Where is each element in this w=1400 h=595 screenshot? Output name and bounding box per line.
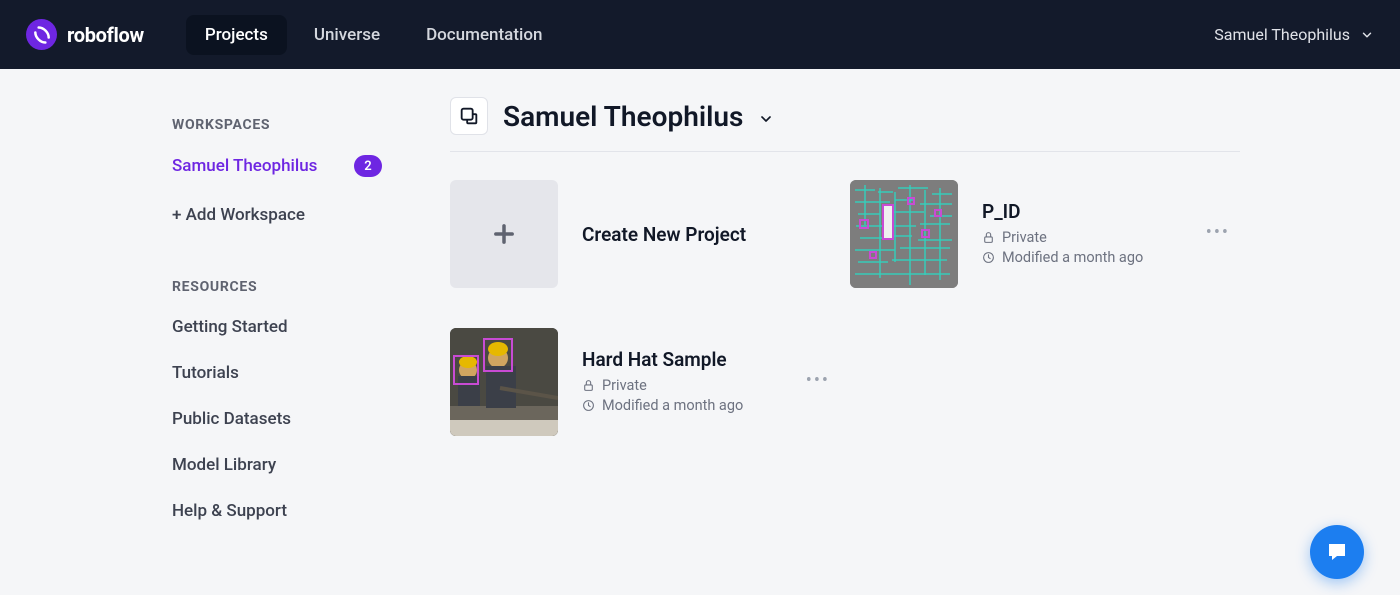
visibility-label: Private — [602, 377, 647, 394]
content-area: Samuel Theophilus Create New Project — [430, 69, 1400, 595]
workspace-name: Samuel Theophilus — [172, 156, 317, 176]
user-menu[interactable]: Samuel Theophilus — [1214, 25, 1374, 44]
link-help-support[interactable]: Help & Support — [172, 501, 430, 521]
project-menu-button[interactable]: ••• — [806, 372, 830, 390]
project-thumb-pid — [850, 180, 958, 288]
project-menu-button[interactable]: ••• — [1206, 224, 1230, 242]
workspace-title: Samuel Theophilus — [503, 100, 743, 133]
chevron-down-icon — [758, 111, 774, 127]
workspace-item[interactable]: Samuel Theophilus 2 — [172, 155, 430, 177]
project-title: Hard Hat Sample — [582, 348, 850, 371]
nav-universe[interactable]: Universe — [295, 15, 399, 55]
link-model-library[interactable]: Model Library — [172, 455, 430, 475]
plus-icon — [490, 220, 518, 248]
project-card-pid[interactable]: P_ID Private Modified a month a — [850, 180, 1250, 288]
lock-icon — [582, 379, 595, 392]
visibility-label: Private — [1002, 229, 1047, 246]
workspace-header: Samuel Theophilus — [450, 97, 1240, 152]
link-public-datasets[interactable]: Public Datasets — [172, 409, 430, 429]
link-tutorials[interactable]: Tutorials — [172, 363, 430, 383]
create-info: Create New Project — [582, 223, 850, 246]
nav-documentation[interactable]: Documentation — [407, 15, 561, 55]
lock-icon — [982, 231, 995, 244]
create-project-card[interactable]: Create New Project — [450, 180, 850, 288]
modified-label: Modified a month ago — [602, 397, 743, 414]
project-modified: Modified a month ago — [582, 397, 850, 414]
project-modified: Modified a month ago — [982, 249, 1250, 266]
create-title: Create New Project — [582, 223, 850, 246]
nav-projects[interactable]: Projects — [186, 15, 287, 55]
workspaces-header: WORKSPACES — [172, 117, 430, 133]
projects-grid: Create New Project — [450, 152, 1260, 476]
main-layout: WORKSPACES Samuel Theophilus 2 + Add Wor… — [0, 69, 1400, 595]
workspace-icon — [450, 97, 488, 135]
link-getting-started[interactable]: Getting Started — [172, 317, 430, 337]
chevron-down-icon — [1360, 28, 1374, 42]
sidebar: WORKSPACES Samuel Theophilus 2 + Add Wor… — [0, 69, 430, 595]
logo-icon — [26, 19, 57, 50]
project-title: P_ID — [982, 200, 1250, 223]
chat-icon — [1325, 540, 1349, 564]
modified-label: Modified a month ago — [1002, 249, 1143, 266]
top-nav: roboflow Projects Universe Documentation… — [0, 0, 1400, 69]
clock-icon — [582, 399, 595, 412]
resources-header: RESOURCES — [172, 279, 430, 295]
chat-button[interactable] — [1310, 525, 1364, 579]
workspace-dropdown[interactable] — [758, 105, 774, 127]
main-nav: Projects Universe Documentation — [186, 15, 562, 55]
brand-logo[interactable]: roboflow — [26, 19, 144, 50]
create-thumb — [450, 180, 558, 288]
project-thumb-hardhat — [450, 328, 558, 436]
project-card-hardhat[interactable]: Hard Hat Sample Private Modifie — [450, 328, 850, 436]
brand-name: roboflow — [67, 23, 144, 47]
clock-icon — [982, 251, 995, 264]
add-workspace-button[interactable]: + Add Workspace — [172, 205, 430, 225]
user-name: Samuel Theophilus — [1214, 25, 1350, 44]
workspace-count-badge: 2 — [354, 155, 382, 177]
nav-left: roboflow Projects Universe Documentation — [26, 15, 561, 55]
